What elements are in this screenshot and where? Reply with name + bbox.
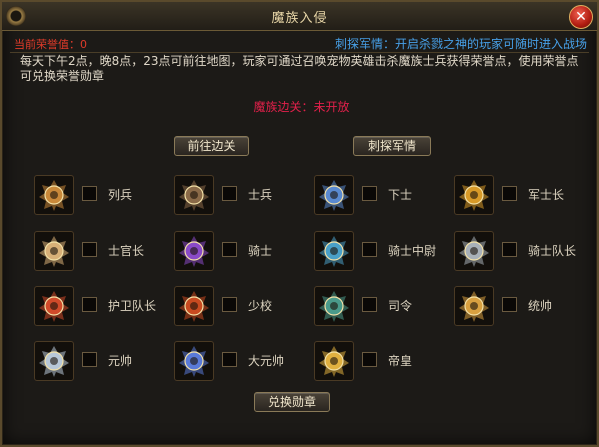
emperor-medal-icon: [314, 341, 354, 381]
rank-label: 少校: [248, 299, 273, 313]
goto-border-button[interactable]: 前往边关: [174, 136, 249, 156]
medal-item: 大元帅: [174, 341, 304, 381]
private-medal-icon: [34, 175, 74, 215]
medal-checkbox[interactable]: [222, 352, 237, 367]
event-description: 每天下午2点，晚8点，23点可前往地图，玩家可通过召唤宠物英雄击杀魔族士兵获得荣…: [20, 54, 579, 83]
medal-item: 士兵: [174, 175, 304, 215]
major-medal-icon: [174, 286, 214, 326]
medal-checkbox[interactable]: [82, 242, 97, 257]
marshal-medal-icon: [454, 286, 494, 326]
medal-item: 下士: [314, 175, 444, 215]
rank-label: 骑士中尉: [388, 244, 437, 258]
soldier-medal-icon: [174, 175, 214, 215]
medal-item: 司令: [314, 286, 444, 326]
medal-item: 骑士中尉: [314, 231, 444, 271]
scout-notice: 刺探军情：开启杀戮之神的玩家可随时进入战场: [334, 37, 587, 51]
exchange-medal-button[interactable]: 兑换勋章: [254, 392, 330, 412]
rank-label: 士兵: [248, 188, 273, 202]
sergeant-major-medal-icon: [454, 175, 494, 215]
grand-marshal-medal-icon: [174, 341, 214, 381]
medal-item: 列兵: [34, 175, 164, 215]
honor-points: 当前荣誉值：0: [14, 36, 87, 52]
rank-label: 帝皇: [388, 354, 413, 368]
rank-label: 统帅: [528, 299, 553, 313]
divider: [10, 52, 589, 53]
field-marshal-medal-icon: [34, 341, 74, 381]
medal-item: 帝皇: [314, 341, 444, 381]
rank-label: 骑士: [248, 244, 273, 258]
knight-captain-medal-icon: [454, 231, 494, 271]
corporal-medal-icon: [314, 175, 354, 215]
title-bar[interactable]: 魔族入侵 ✕: [2, 2, 597, 31]
medal-checkbox[interactable]: [222, 242, 237, 257]
medal-item: 士官长: [34, 231, 164, 271]
rank-label: 骑士队长: [528, 244, 577, 258]
medal-checkbox[interactable]: [362, 186, 377, 201]
close-button[interactable]: ✕: [569, 5, 593, 29]
rank-label: 护卫队长: [108, 299, 157, 313]
medal-item: 骑士队长: [454, 231, 584, 271]
rank-label: 下士: [388, 188, 413, 202]
knight-lieutenant-medal-icon: [314, 231, 354, 271]
medal-checkbox[interactable]: [82, 352, 97, 367]
medal-checkbox[interactable]: [502, 242, 517, 257]
medal-checkbox[interactable]: [502, 186, 517, 201]
medal-checkbox[interactable]: [222, 297, 237, 312]
medal-checkbox[interactable]: [502, 297, 517, 312]
medal-item: 骑士: [174, 231, 304, 271]
medal-checkbox[interactable]: [362, 297, 377, 312]
medal-item: 军士长: [454, 175, 584, 215]
chief-nco-medal-icon: [34, 231, 74, 271]
rank-label: 列兵: [108, 188, 133, 202]
medal-checkbox[interactable]: [362, 242, 377, 257]
window-title: 魔族入侵: [271, 11, 328, 26]
commander-medal-icon: [314, 286, 354, 326]
guard-captain-medal-icon: [34, 286, 74, 326]
rank-label: 大元帅: [248, 354, 285, 368]
medal-item: 少校: [174, 286, 304, 326]
medal-checkbox[interactable]: [82, 186, 97, 201]
honor-label: 当前荣誉值：: [14, 38, 80, 51]
medal-checkbox[interactable]: [362, 352, 377, 367]
medal-checkbox[interactable]: [222, 186, 237, 201]
rank-label: 军士长: [528, 188, 565, 202]
knight-medal-icon: [174, 231, 214, 271]
medal-checkbox[interactable]: [82, 297, 97, 312]
border-status: 魔族边关：未开放: [253, 100, 350, 114]
medal-item: 护卫队长: [34, 286, 164, 326]
rank-label: 士官长: [108, 244, 145, 258]
demon-invasion-window: 魔族入侵 ✕ 当前荣誉值：0 刺探军情：开启杀戮之神的玩家可随时进入战场 每天下…: [0, 0, 599, 447]
scout-button[interactable]: 刺探军情: [353, 136, 431, 156]
rank-label: 司令: [388, 299, 413, 313]
honor-value: 0: [80, 38, 87, 51]
medal-item: 元帅: [34, 341, 164, 381]
medal-item: 统帅: [454, 286, 584, 326]
rank-label: 元帅: [108, 354, 133, 368]
